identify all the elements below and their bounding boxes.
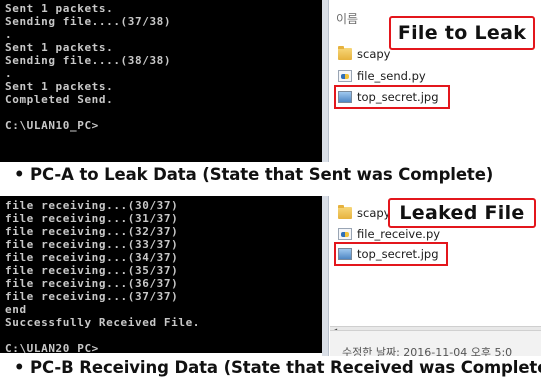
console-line: end — [5, 303, 27, 316]
highlight-box — [334, 242, 448, 266]
console-line: . — [5, 67, 13, 80]
console-line: file receiving...(36/37) — [5, 277, 179, 290]
explorer-left-edge — [322, 0, 329, 162]
console-line: Sent 1 packets. — [5, 2, 114, 15]
console-line: file receiving...(31/37) — [5, 212, 179, 225]
file-item-label: file_receive.py — [357, 227, 441, 241]
file-explorer-pc-b: scapy file_receive.py top_secret.jpg Lea… — [322, 196, 541, 356]
column-header-name[interactable]: 이름 — [336, 10, 358, 27]
highlight-box — [334, 85, 450, 109]
callout-file-to-leak: File to Leak — [389, 16, 535, 50]
console-window-pc-a: Sent 1 packets. Sending file....(37/38) … — [0, 0, 322, 162]
caption-pc-b: • PC-B Receiving Data (State that Receive… — [14, 358, 541, 377]
console-prompt[interactable]: C:\ULAN20_PC> — [5, 342, 322, 353]
console-line: file receiving...(34/37) — [5, 251, 179, 264]
console-line: file receiving...(32/37) — [5, 225, 179, 238]
console-line: file receiving...(33/37) — [5, 238, 179, 251]
file-item-label: scapy — [357, 206, 391, 220]
console-line: file receiving...(37/37) — [5, 290, 179, 303]
modified-date-text: 수정한 날짜: 2016-11-04 오후 5:0 — [342, 346, 513, 356]
callout-leaked-file: Leaked File — [388, 198, 536, 228]
console-line: Successfully Received File. — [5, 316, 201, 329]
console-line: Sending file....(38/38) — [5, 54, 172, 67]
caption-text: PC-A to Leak Data (State that Sent was C… — [30, 165, 494, 184]
folder-icon — [338, 46, 352, 60]
console-window-pc-b: file receiving...(30/37) file receiving.… — [0, 196, 322, 353]
explorer-left-edge — [322, 196, 329, 356]
console-line: Sending file....(37/38) — [5, 15, 172, 28]
caption-text: PC-B Receiving Data (State that Received… — [30, 358, 541, 377]
caption-pc-a: • PC-A to Leak Data (State that Sent was … — [14, 165, 493, 184]
file-item-label: file_send.py — [357, 69, 426, 83]
console-line: Completed Send. — [5, 93, 114, 106]
python-file-icon — [338, 228, 352, 240]
file-item-file-send-py[interactable]: file_send.py — [338, 67, 426, 85]
console-prompt[interactable]: C:\ULAN10_PC> — [5, 119, 322, 132]
console-line: . — [5, 28, 13, 41]
console-line: Sent 1 packets. — [5, 41, 114, 54]
file-item-scapy[interactable]: scapy — [338, 45, 390, 63]
file-explorer-pc-a: 이름 scapy file_send.py top_secret.jpg Fil… — [322, 0, 541, 162]
folder-icon — [338, 205, 352, 219]
bullet-icon: • — [14, 165, 25, 184]
console-line: Sent 1 packets. — [5, 80, 114, 93]
file-item-label: scapy — [357, 47, 391, 61]
console-line: file receiving...(35/37) — [5, 264, 179, 277]
file-item-scapy[interactable]: scapy — [338, 204, 390, 222]
bullet-icon: • — [14, 358, 25, 377]
console-line: file receiving...(30/37) — [5, 199, 179, 212]
python-file-icon — [338, 70, 352, 82]
